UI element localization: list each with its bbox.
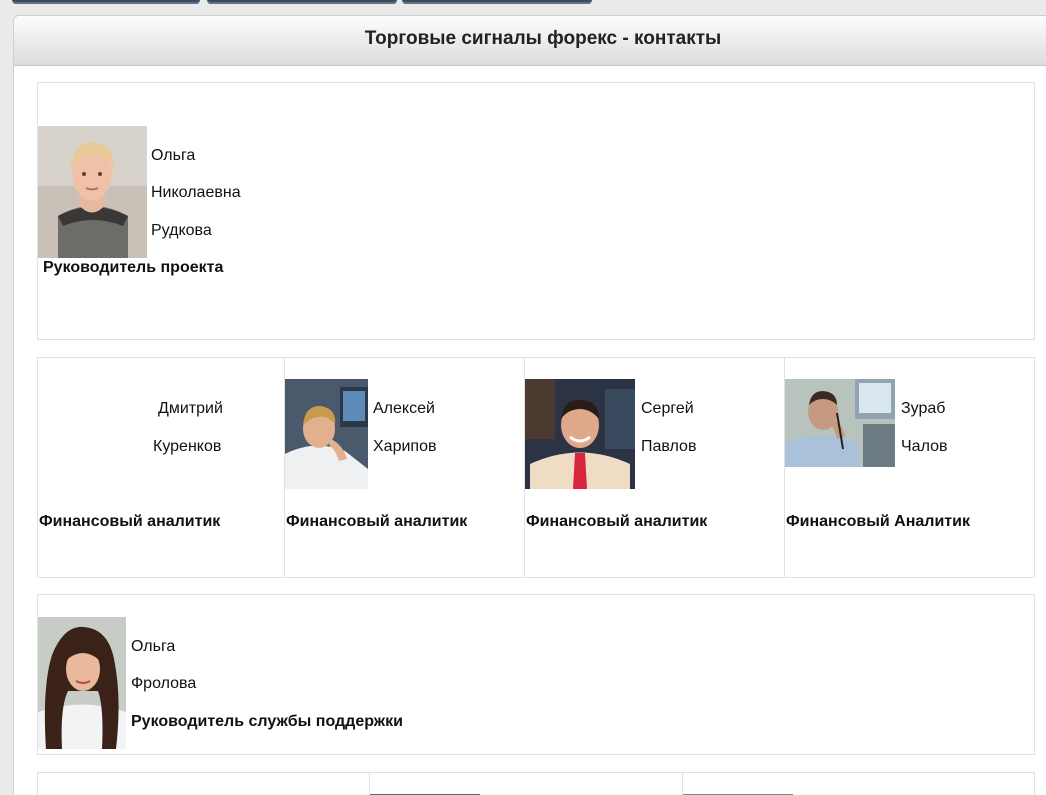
- support-card: Ольга Фролова Руководитель службы поддер…: [37, 594, 1035, 755]
- panel-header: Торговые сигналы форекс - контакты: [14, 16, 1046, 66]
- analyst-first-name: Дмитрий: [158, 400, 223, 417]
- contact-card: [683, 773, 1036, 795]
- nav-tab[interactable]: [207, 0, 397, 4]
- support-first-name: Ольга: [131, 638, 176, 655]
- analysts-row: Дмитрий Куренков Финансовый аналитик Але…: [37, 357, 1035, 578]
- analyst-last-name: Павлов: [641, 438, 697, 455]
- top-nav-tabs: [0, 0, 1046, 8]
- analyst-last-name: Чалов: [901, 438, 948, 455]
- support-last-name: Фролова: [131, 675, 197, 692]
- page-title: Торговые сигналы форекс - контакты: [364, 28, 722, 49]
- leader-card: Ольга Николаевна Рудкова Руководитель пр…: [37, 82, 1035, 340]
- analyst-role: Финансовый Аналитик: [786, 513, 970, 530]
- analyst-role: Финансовый аналитик: [526, 513, 708, 530]
- analyst-role: Финансовый аналитик: [39, 513, 221, 530]
- analyst-photo: [285, 379, 368, 489]
- analyst-first-name: Алексей: [373, 400, 435, 417]
- analyst-first-name: Сергей: [641, 400, 694, 417]
- analyst-role: Финансовый аналитик: [286, 513, 468, 530]
- contact-card: [38, 773, 370, 795]
- leader-middle-name: Николаевна: [151, 184, 241, 201]
- analyst-first-name: Зураб: [901, 400, 946, 417]
- contacts-panel: Торговые сигналы форекс - контакты Ольга…: [13, 15, 1046, 795]
- contact-card: [370, 773, 683, 795]
- analyst-last-name: Харипов: [373, 438, 437, 455]
- nav-tab[interactable]: [402, 0, 592, 4]
- contacts-row-partial: [37, 772, 1035, 795]
- leader-first-name: Ольга: [151, 147, 196, 164]
- analyst-card: Дмитрий Куренков Финансовый аналитик: [38, 358, 285, 577]
- support-photo: [38, 617, 126, 749]
- support-role: Руководитель службы поддержки: [131, 713, 403, 730]
- leader-last-name: Рудкова: [151, 222, 212, 239]
- analyst-card: Сергей Павлов Финансовый аналитик: [525, 358, 785, 577]
- analyst-card: Алексей Харипов Финансовый аналитик: [285, 358, 525, 577]
- analyst-last-name: Куренков: [153, 438, 222, 455]
- analyst-photo: [785, 379, 895, 467]
- analyst-card: Зураб Чалов Финансовый Аналитик: [785, 358, 1036, 577]
- nav-tab[interactable]: [12, 0, 200, 4]
- analyst-photo: [525, 379, 635, 489]
- leader-photo: [38, 126, 147, 258]
- leader-role: Руководитель проекта: [43, 259, 224, 276]
